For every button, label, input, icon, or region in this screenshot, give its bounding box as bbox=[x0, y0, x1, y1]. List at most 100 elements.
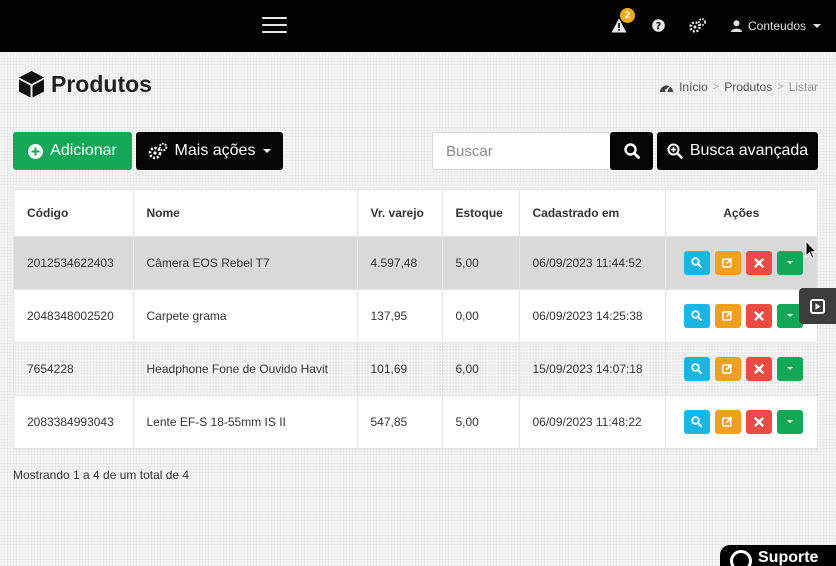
support-button[interactable]: Suporte bbox=[720, 545, 836, 566]
row-actions bbox=[666, 303, 818, 328]
delete-button[interactable] bbox=[745, 250, 772, 275]
view-button[interactable] bbox=[683, 356, 710, 381]
cogs-icon bbox=[148, 142, 167, 159]
cell-cadastrado: 06/09/2023 14:25:38 bbox=[519, 289, 666, 343]
cell-codigo: 2048348002520 bbox=[14, 289, 134, 343]
page-title: Produtos bbox=[51, 70, 152, 97]
edit-icon bbox=[722, 257, 733, 268]
add-button[interactable]: Adicionar bbox=[13, 132, 132, 170]
column-header-codigo[interactable]: Código bbox=[14, 190, 134, 237]
search-input[interactable] bbox=[432, 132, 610, 170]
cell-cadastrado: 06/09/2023 11:44:52 bbox=[519, 236, 666, 290]
page-header: Produtos bbox=[18, 70, 152, 98]
view-button[interactable] bbox=[683, 250, 710, 275]
column-header-cadastrado[interactable]: Cadastrado em bbox=[519, 190, 666, 237]
row-more-button[interactable] bbox=[776, 250, 803, 275]
search-icon bbox=[623, 143, 640, 159]
row-more-button[interactable] bbox=[776, 356, 803, 381]
close-icon bbox=[754, 416, 764, 427]
cell-vr-varejo: 547,85 bbox=[357, 395, 443, 449]
row-actions bbox=[666, 356, 818, 381]
cell-acoes bbox=[665, 342, 818, 396]
more-actions-button[interactable]: Mais ações bbox=[136, 132, 283, 170]
column-header-nome[interactable]: Nome bbox=[133, 190, 358, 237]
cell-estoque: 5,00 bbox=[442, 395, 520, 449]
delete-button[interactable] bbox=[745, 303, 772, 328]
cell-vr-varejo: 137,95 bbox=[357, 289, 443, 343]
edit-button[interactable] bbox=[714, 303, 741, 328]
cell-nome: Carpete grama bbox=[133, 289, 358, 343]
cell-vr-varejo: 4.597,48 bbox=[357, 236, 443, 290]
cell-codigo: 2012534622403 bbox=[14, 236, 134, 290]
column-header-acoes: Ações bbox=[665, 190, 817, 237]
table-row[interactable]: 2012534622403 Câmera EOS Rebel T7 4.597,48… bbox=[14, 236, 818, 290]
cell-nome: Lente EF-S 18-55mm IS II bbox=[133, 395, 358, 449]
table-row[interactable]: 2083384993043 Lente EF-S 18-55mm IS II 547… bbox=[14, 395, 818, 449]
search-icon bbox=[691, 416, 703, 427]
column-header-estoque[interactable]: Estoque bbox=[442, 190, 520, 237]
user-menu[interactable]: Conteudos bbox=[731, 17, 822, 35]
view-button[interactable] bbox=[683, 409, 710, 434]
caret-down-icon bbox=[786, 314, 793, 317]
cell-cadastrado: 06/09/2023 11:48:22 bbox=[519, 395, 666, 449]
caret-down-icon bbox=[786, 420, 793, 423]
edit-button[interactable] bbox=[714, 356, 741, 381]
breadcrumb-produtos[interactable]: Produtos bbox=[724, 80, 772, 94]
chat-icon bbox=[730, 550, 752, 566]
caret-down-icon bbox=[813, 24, 822, 28]
plus-circle-icon bbox=[28, 143, 44, 159]
notification-badge[interactable]: 2 bbox=[620, 8, 635, 23]
cell-nome: Headphone Fone de Ouvido Havit bbox=[133, 342, 358, 396]
edit-button[interactable] bbox=[714, 250, 741, 275]
cube-icon bbox=[19, 71, 44, 98]
close-icon bbox=[754, 257, 764, 268]
cell-estoque: 5,00 bbox=[442, 236, 520, 290]
dashboard-icon bbox=[660, 85, 674, 92]
table-row[interactable]: 2048348002520 Carpete grama 137,95 0,00 06/0… bbox=[14, 289, 818, 343]
row-actions bbox=[666, 250, 818, 275]
cell-vr-varejo: 101,69 bbox=[357, 342, 443, 396]
close-icon bbox=[754, 310, 764, 321]
edit-icon bbox=[722, 416, 733, 427]
cell-acoes bbox=[665, 236, 818, 290]
cell-codigo: 2083384993043 bbox=[14, 395, 134, 449]
products-table: Código Nome Vr. varejo Estoque Cadastrad… bbox=[13, 189, 818, 450]
row-more-button[interactable] bbox=[776, 409, 803, 434]
top-navbar: 2 ? Conteudos bbox=[0, 0, 836, 52]
breadcrumb: Início > Produtos > Listar bbox=[659, 80, 818, 94]
close-icon bbox=[754, 363, 764, 374]
edit-button[interactable] bbox=[714, 409, 741, 434]
caret-down-icon bbox=[263, 149, 272, 153]
caret-down-icon bbox=[786, 261, 793, 264]
side-panel-toggle[interactable] bbox=[799, 288, 836, 324]
row-actions bbox=[666, 409, 818, 434]
user-icon bbox=[731, 20, 742, 32]
cell-codigo: 7654228 bbox=[14, 342, 134, 396]
view-button[interactable] bbox=[683, 303, 710, 328]
delete-button[interactable] bbox=[745, 409, 772, 434]
column-header-vr-varejo[interactable]: Vr. varejo bbox=[357, 190, 443, 237]
search-button[interactable] bbox=[610, 132, 653, 170]
cell-nome: Câmera EOS Rebel T7 bbox=[133, 236, 358, 290]
search-icon bbox=[691, 310, 703, 321]
edit-icon bbox=[722, 363, 733, 374]
breadcrumb-current: Listar bbox=[788, 80, 818, 94]
caret-down-icon bbox=[786, 367, 793, 370]
cell-estoque: 6,00 bbox=[442, 342, 520, 396]
play-square-icon bbox=[810, 298, 825, 314]
user-name: Conteudos bbox=[748, 19, 807, 33]
table-row[interactable]: 7654228 Headphone Fone de Ouvido Havit 101… bbox=[14, 342, 818, 396]
table-header-row: Código Nome Vr. varejo Estoque Cadastrad… bbox=[14, 190, 817, 237]
delete-button[interactable] bbox=[745, 356, 772, 381]
svg-text:?: ? bbox=[655, 21, 661, 32]
edit-icon bbox=[722, 310, 733, 321]
cell-acoes bbox=[665, 289, 818, 343]
cell-acoes bbox=[665, 395, 818, 449]
breadcrumb-home[interactable]: Início bbox=[679, 80, 708, 94]
cogs-icon[interactable] bbox=[688, 16, 706, 34]
search-icon bbox=[691, 363, 703, 374]
help-icon[interactable]: ? bbox=[649, 16, 667, 34]
advanced-search-button[interactable]: Busca avançada bbox=[657, 132, 818, 170]
menu-icon[interactable] bbox=[262, 17, 287, 35]
cell-cadastrado: 15/09/2023 14:07:18 bbox=[519, 342, 666, 396]
